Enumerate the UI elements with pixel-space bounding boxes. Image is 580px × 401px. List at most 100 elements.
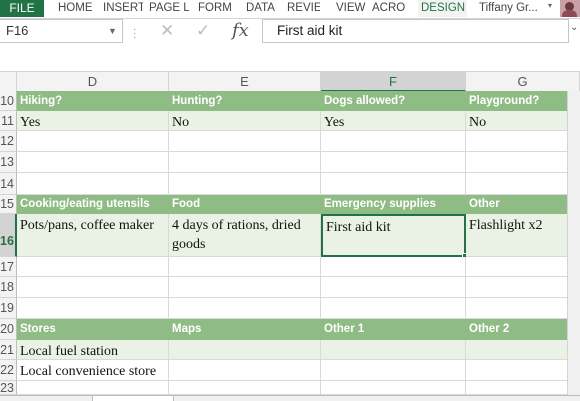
table-cell[interactable] xyxy=(321,152,466,173)
tab-design[interactable]: DESIGN xyxy=(418,0,467,17)
row-header[interactable]: 16 xyxy=(0,214,17,257)
table-cell[interactable]: No xyxy=(466,111,580,131)
table-cell[interactable] xyxy=(321,381,466,395)
table-cell[interactable] xyxy=(169,340,321,360)
active-cell[interactable]: First aid kit xyxy=(321,214,466,257)
tab-page-layout[interactable]: PAGE L xyxy=(149,0,189,17)
table-header-cell[interactable]: Hiking? xyxy=(17,91,169,111)
table-cell[interactable] xyxy=(17,381,169,395)
table-cell[interactable] xyxy=(169,360,321,381)
table-cell[interactable]: Local fuel station xyxy=(17,340,169,360)
table-cell[interactable]: Pots/pans, coffee maker xyxy=(17,214,169,257)
row-header[interactable]: 14 xyxy=(0,173,17,195)
table-cell[interactable] xyxy=(466,381,580,395)
row-header[interactable]: 21 xyxy=(0,340,17,360)
row-header[interactable]: 18 xyxy=(0,277,17,298)
enter-check-icon[interactable]: ✓ xyxy=(196,19,210,43)
column-header-f[interactable]: F xyxy=(321,72,466,92)
row-header[interactable]: 17 xyxy=(0,257,17,277)
table-cell[interactable] xyxy=(466,277,580,298)
table-cell[interactable] xyxy=(321,298,466,319)
table-cell[interactable] xyxy=(321,257,466,277)
table-cell[interactable] xyxy=(169,257,321,277)
table-cell[interactable]: Local convenience store xyxy=(17,360,169,381)
table-cell[interactable] xyxy=(466,131,580,152)
row-header[interactable]: 13 xyxy=(0,152,17,173)
table-cell[interactable] xyxy=(321,340,466,360)
expand-formula-bar-icon[interactable]: ⌄ xyxy=(570,22,578,33)
chevron-down-icon[interactable]: ▼ xyxy=(108,20,117,42)
table-cell[interactable] xyxy=(321,277,466,298)
table-cell[interactable] xyxy=(466,340,580,360)
table-cell[interactable] xyxy=(466,257,580,277)
table-header-cell[interactable]: Hunting? xyxy=(169,91,321,111)
table-header-cell[interactable]: Other xyxy=(466,195,580,214)
table-cell[interactable] xyxy=(466,173,580,195)
tab-data[interactable]: DATA xyxy=(246,0,280,17)
table-cell[interactable] xyxy=(169,381,321,395)
name-box[interactable]: F16 ▼ xyxy=(0,19,123,43)
table-cell[interactable] xyxy=(17,298,169,319)
table-cell[interactable] xyxy=(169,152,321,173)
table-cell[interactable] xyxy=(466,360,580,381)
table-cell[interactable] xyxy=(17,257,169,277)
tab-formulas[interactable]: FORM xyxy=(198,0,234,17)
table-cell[interactable] xyxy=(466,298,580,319)
table-cell[interactable] xyxy=(321,360,466,381)
avatar-body-shape xyxy=(562,10,577,17)
column-header-e[interactable]: E xyxy=(169,72,321,92)
table-cell[interactable] xyxy=(17,173,169,195)
table-cell[interactable]: No xyxy=(169,111,321,131)
table-header-cell[interactable]: Dogs allowed? xyxy=(321,91,466,111)
table-header-cell[interactable]: Emergency supplies xyxy=(321,195,466,214)
table-cell[interactable]: Flashlight x2 xyxy=(466,214,580,257)
table-header-cell[interactable]: Cooking/eating utensils xyxy=(17,195,169,214)
table-header-cell[interactable]: Other 1 xyxy=(321,319,466,340)
row-header[interactable]: 15 xyxy=(0,195,17,214)
table-header-cell[interactable]: Maps xyxy=(169,319,321,340)
drag-handle-icon[interactable]: · · · xyxy=(133,25,137,43)
tab-file[interactable]: FILE xyxy=(0,0,44,17)
formula-input[interactable]: First aid kit xyxy=(262,19,569,43)
table-cell[interactable]: Yes xyxy=(17,111,169,131)
avatar[interactable] xyxy=(560,0,580,17)
table-cell[interactable] xyxy=(321,173,466,195)
table-cell[interactable] xyxy=(17,131,169,152)
table-cell[interactable] xyxy=(169,298,321,319)
row-header[interactable]: 12 xyxy=(0,131,17,152)
user-name[interactable]: Tiffany Gr... xyxy=(479,0,538,16)
table-cell[interactable] xyxy=(169,131,321,152)
tab-review[interactable]: REVIE xyxy=(287,0,320,17)
row-header[interactable]: 22 xyxy=(0,360,17,381)
table-cell[interactable] xyxy=(17,152,169,173)
table-cell[interactable]: 4 days of rations, dried goods xyxy=(169,214,321,257)
vertical-scrollbar[interactable] xyxy=(567,91,580,395)
row-header[interactable]: 10 xyxy=(0,91,17,111)
table-cell[interactable] xyxy=(17,277,169,298)
table-cell[interactable] xyxy=(169,173,321,195)
user-menu-caret-icon[interactable]: ▾ xyxy=(548,1,552,10)
cancel-icon[interactable]: ✕ xyxy=(160,19,174,43)
table-cell[interactable] xyxy=(466,152,580,173)
column-header-g[interactable]: G xyxy=(466,72,580,92)
table-header-cell[interactable]: Other 2 xyxy=(466,319,580,340)
table-cell[interactable]: Yes xyxy=(321,111,466,131)
table-header-cell[interactable]: Food xyxy=(169,195,321,214)
tab-insert[interactable]: INSERT xyxy=(103,0,143,17)
table-header-cell[interactable]: Stores xyxy=(17,319,169,340)
row-header[interactable]: 11 xyxy=(0,111,17,131)
table-cell[interactable] xyxy=(321,131,466,152)
row-header[interactable]: 20 xyxy=(0,319,17,340)
sheet-tab[interactable] xyxy=(92,396,174,401)
tab-view[interactable]: VIEW xyxy=(336,0,366,17)
row-header[interactable]: 23 xyxy=(0,381,17,395)
table-cell[interactable] xyxy=(169,277,321,298)
tab-acrobat[interactable]: ACRO xyxy=(372,0,408,17)
insert-function-icon[interactable]: fx xyxy=(232,19,249,43)
select-all-corner[interactable] xyxy=(0,72,17,92)
row-header[interactable]: 19 xyxy=(0,298,17,319)
formula-text: First aid kit xyxy=(277,23,343,38)
tab-home[interactable]: HOME xyxy=(58,0,98,17)
column-header-d[interactable]: D xyxy=(17,72,169,92)
table-header-cell[interactable]: Playground? xyxy=(466,91,580,111)
